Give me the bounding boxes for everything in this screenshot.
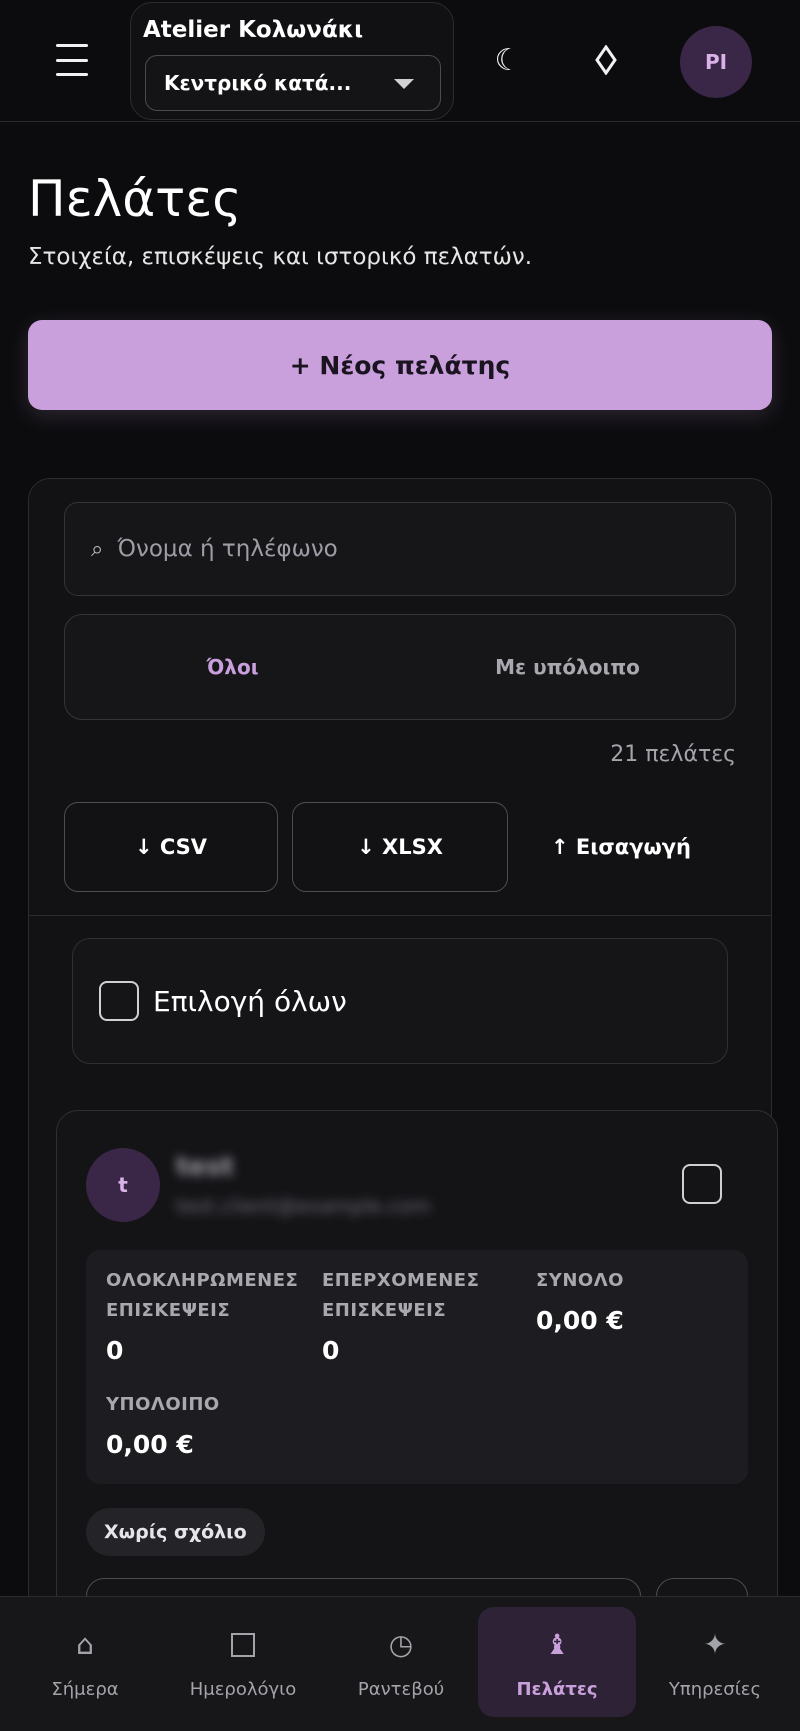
- search-input[interactable]: [117, 536, 678, 562]
- upcoming-visits-value: 0: [322, 1336, 340, 1365]
- diamond-icon[interactable]: [584, 38, 628, 82]
- select-all-label: Επιλογή όλων: [153, 984, 347, 1018]
- business-selector: Atelier Κολωνάκι Κεντρικό κατά...: [130, 2, 454, 120]
- nav-label: Πελάτες: [516, 1678, 598, 1700]
- business-name: Atelier Κολωνάκι: [143, 17, 364, 43]
- nav-label: Ημερολόγιο: [189, 1678, 297, 1700]
- search-field[interactable]: ⌕: [64, 502, 736, 596]
- export-xlsx-button[interactable]: ↓ XLSX: [292, 802, 508, 892]
- page-title: Πελάτες: [28, 170, 242, 228]
- client-select-checkbox[interactable]: [682, 1164, 722, 1204]
- moon-icon[interactable]: ☾: [486, 38, 530, 82]
- balance-label: ΥΠΟΛΟΙΠΟ: [106, 1394, 220, 1415]
- client-count: 21 πελάτες: [610, 742, 736, 767]
- new-client-button[interactable]: + Νέος πελάτης: [28, 320, 772, 410]
- tab-with-balance[interactable]: Με υπόλοιπο: [400, 615, 735, 719]
- branch-select[interactable]: Κεντρικό κατά...: [145, 55, 441, 111]
- user-avatar[interactable]: PI: [680, 26, 752, 98]
- completed-visits-value: 0: [106, 1336, 124, 1365]
- nav-item-appointments[interactable]: ◷ Ραντεβού: [322, 1607, 480, 1717]
- client-name: test: [176, 1152, 234, 1182]
- completed-visits-label: ΟΛΟΚΛΗΡΩΜΕΝΕΣ ΕΠΙΣΚΕΨΕΙΣ: [106, 1270, 299, 1321]
- sparkle-icon: ✦: [703, 1628, 727, 1661]
- total-value: 0,00 €: [536, 1306, 624, 1335]
- nav-item-clients[interactable]: ♝ Πελάτες: [478, 1607, 636, 1717]
- nav-label: Υπηρεσίες: [668, 1678, 762, 1700]
- nav-label: Ραντεβού: [357, 1678, 445, 1700]
- import-button[interactable]: ↑ Εισαγωγή: [526, 802, 716, 892]
- balance-value: 0,00 €: [106, 1430, 194, 1459]
- calendar-icon: [231, 1625, 255, 1665]
- nav-item-services[interactable]: ✦ Υπηρεσίες: [636, 1607, 794, 1717]
- bottom-navigation: ⌂ Σήμερα Ημερολόγιο ◷ Ραντεβού ♝ Πελάτες…: [0, 1596, 800, 1731]
- client-email: test.client@example.com: [176, 1194, 431, 1218]
- clock-icon: ◷: [388, 1628, 414, 1661]
- client-avatar: t: [86, 1148, 160, 1222]
- divider: [29, 915, 771, 916]
- page-subtitle: Στοιχεία, επισκέψεις και ιστορικό πελατώ…: [28, 244, 533, 270]
- upcoming-visits-label: ΕΠΕΡΧΟΜΕΝΕΣ ΕΠΙΣΚΕΨΕΙΣ: [322, 1270, 480, 1321]
- nav-item-today[interactable]: ⌂ Σήμερα: [6, 1607, 164, 1717]
- note-chip: Χωρίς σχόλιο: [86, 1508, 265, 1556]
- filter-segmented-control: Όλοι Με υπόλοιπο: [64, 614, 736, 720]
- nav-label: Σήμερα: [51, 1678, 119, 1700]
- branch-select-value: Κεντρικό κατά...: [164, 71, 352, 95]
- total-label: ΣΥΝΟΛΟ: [536, 1270, 624, 1291]
- chevron-down-icon: [394, 79, 414, 89]
- tab-all[interactable]: Όλοι: [65, 615, 400, 719]
- home-icon: ⌂: [76, 1628, 94, 1661]
- client-stats: ΟΛΟΚΛΗΡΩΜΕΝΕΣ ΕΠΙΣΚΕΨΕΙΣ 0 ΕΠΕΡΧΟΜΕΝΕΣ Ε…: [86, 1250, 748, 1484]
- top-header: Atelier Κολωνάκι Κεντρικό κατά... ☾ PI: [0, 0, 800, 122]
- export-csv-button[interactable]: ↓ CSV: [64, 802, 278, 892]
- person-icon: ♝: [544, 1628, 570, 1661]
- select-all-row: Επιλογή όλων: [72, 938, 728, 1064]
- select-all-checkbox[interactable]: [99, 981, 139, 1021]
- hamburger-menu-icon[interactable]: [56, 44, 90, 76]
- nav-item-calendar[interactable]: Ημερολόγιο: [164, 1607, 322, 1717]
- search-icon: ⌕: [91, 536, 104, 562]
